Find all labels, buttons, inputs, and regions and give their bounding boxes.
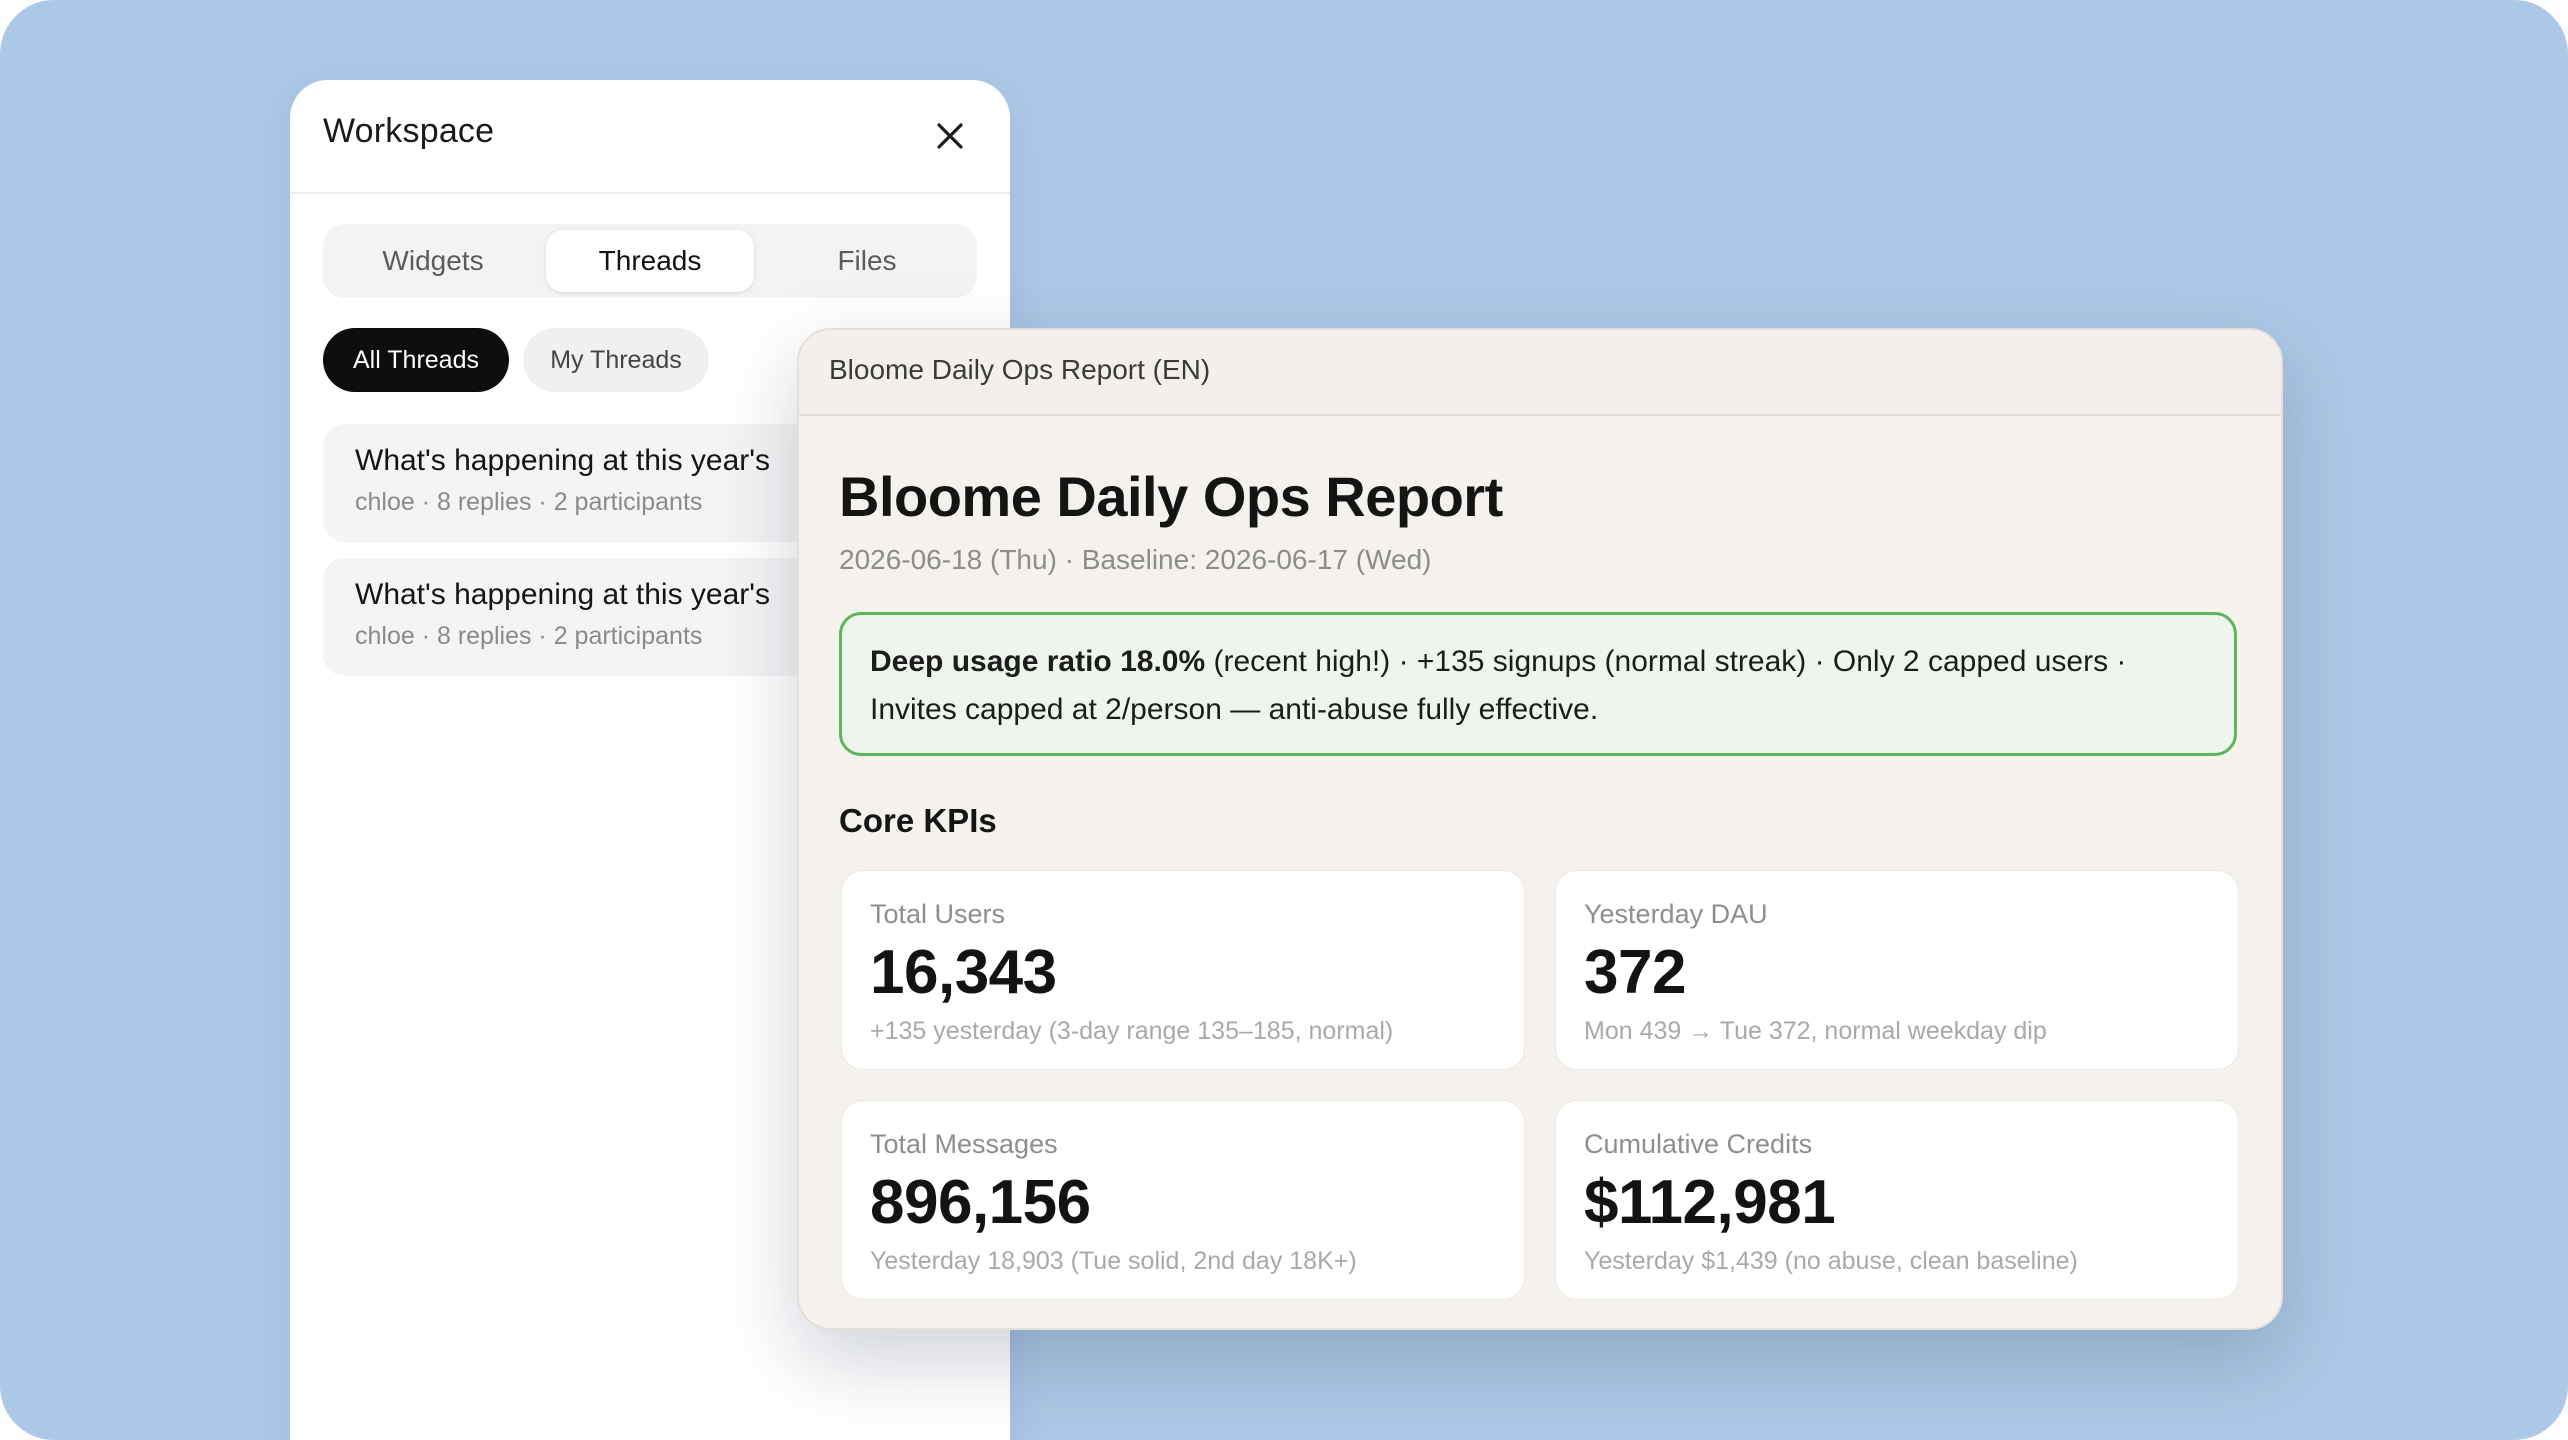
thread-title: What's happening at this year's <box>355 578 771 611</box>
thread-title: What's happening at this year's <box>355 444 771 477</box>
kpi-label: Cumulative Credits <box>1584 1129 1813 1159</box>
kpi-value: 896,156 <box>870 1168 1091 1237</box>
desktop-background: Workspace Widgets Threads Files All Thre… <box>0 0 2568 1440</box>
kpi-card-total-users: Total Users 16,343 +135 yesterday (3-day… <box>841 870 1525 1070</box>
workspace-header: Workspace <box>290 80 1010 194</box>
close-icon[interactable] <box>930 116 970 156</box>
kpi-label: Total Users <box>870 899 1006 929</box>
filter-all-threads[interactable]: All Threads <box>323 328 509 392</box>
thread-meta: chloe · 8 replies · 2 participants <box>355 488 703 516</box>
section-title: Core KPIs <box>839 802 997 839</box>
kpi-note: Mon 439 → Tue 372, normal weekday dip <box>1584 1017 2047 1045</box>
report-titlebar: Bloome Daily Ops Report (EN) <box>799 330 2281 416</box>
tab-widgets[interactable]: Widgets <box>329 230 537 292</box>
workspace-tabs: Widgets Threads Files <box>323 224 977 298</box>
kpi-value: 16,343 <box>870 938 1057 1007</box>
kpi-card-total-messages: Total Messages 896,156 Yesterday 18,903 … <box>841 1100 1525 1300</box>
highlight-rest: (recent high!) · +135 signups (normal st… <box>1205 645 2127 678</box>
kpi-note: Yesterday 18,903 (Tue solid, 2nd day 18K… <box>870 1247 1357 1275</box>
kpi-value: $112,981 <box>1584 1168 1836 1237</box>
kpi-note: Yesterday $1,439 (no abuse, clean baseli… <box>1584 1247 2078 1275</box>
report-window: Bloome Daily Ops Report (EN) Bloome Dail… <box>797 328 2283 1330</box>
tab-files[interactable]: Files <box>763 230 971 292</box>
workspace-title: Workspace <box>323 112 495 150</box>
tab-threads[interactable]: Threads <box>546 230 754 292</box>
highlight-callout: Deep usage ratio 18.0% (recent high!) · … <box>839 612 2237 756</box>
kpi-note: +135 yesterday (3-day range 135–185, nor… <box>870 1017 1394 1045</box>
kpi-card-cumulative-credits: Cumulative Credits $112,981 Yesterday $1… <box>1555 1100 2239 1300</box>
report-date: 2026-06-18 (Thu) · Baseline: 2026-06-17 … <box>839 544 1432 575</box>
kpi-label: Yesterday DAU <box>1584 899 1768 929</box>
highlight-line-1: Deep usage ratio 18.0% (recent high!) · … <box>870 645 2126 679</box>
kpi-card-yesterday-dau: Yesterday DAU 372 Mon 439 → Tue 372, nor… <box>1555 870 2239 1070</box>
kpi-label: Total Messages <box>870 1129 1058 1159</box>
kpi-value: 372 <box>1584 938 1686 1007</box>
thread-meta: chloe · 8 replies · 2 participants <box>355 622 703 650</box>
highlight-bold: Deep usage ratio 18.0% <box>870 645 1206 678</box>
filter-my-threads[interactable]: My Threads <box>523 328 709 392</box>
highlight-line-2: Invites capped at 2/person — anti-abuse … <box>870 693 1599 726</box>
report-title: Bloome Daily Ops Report <box>839 465 1503 528</box>
report-window-title: Bloome Daily Ops Report (EN) <box>829 354 1211 385</box>
